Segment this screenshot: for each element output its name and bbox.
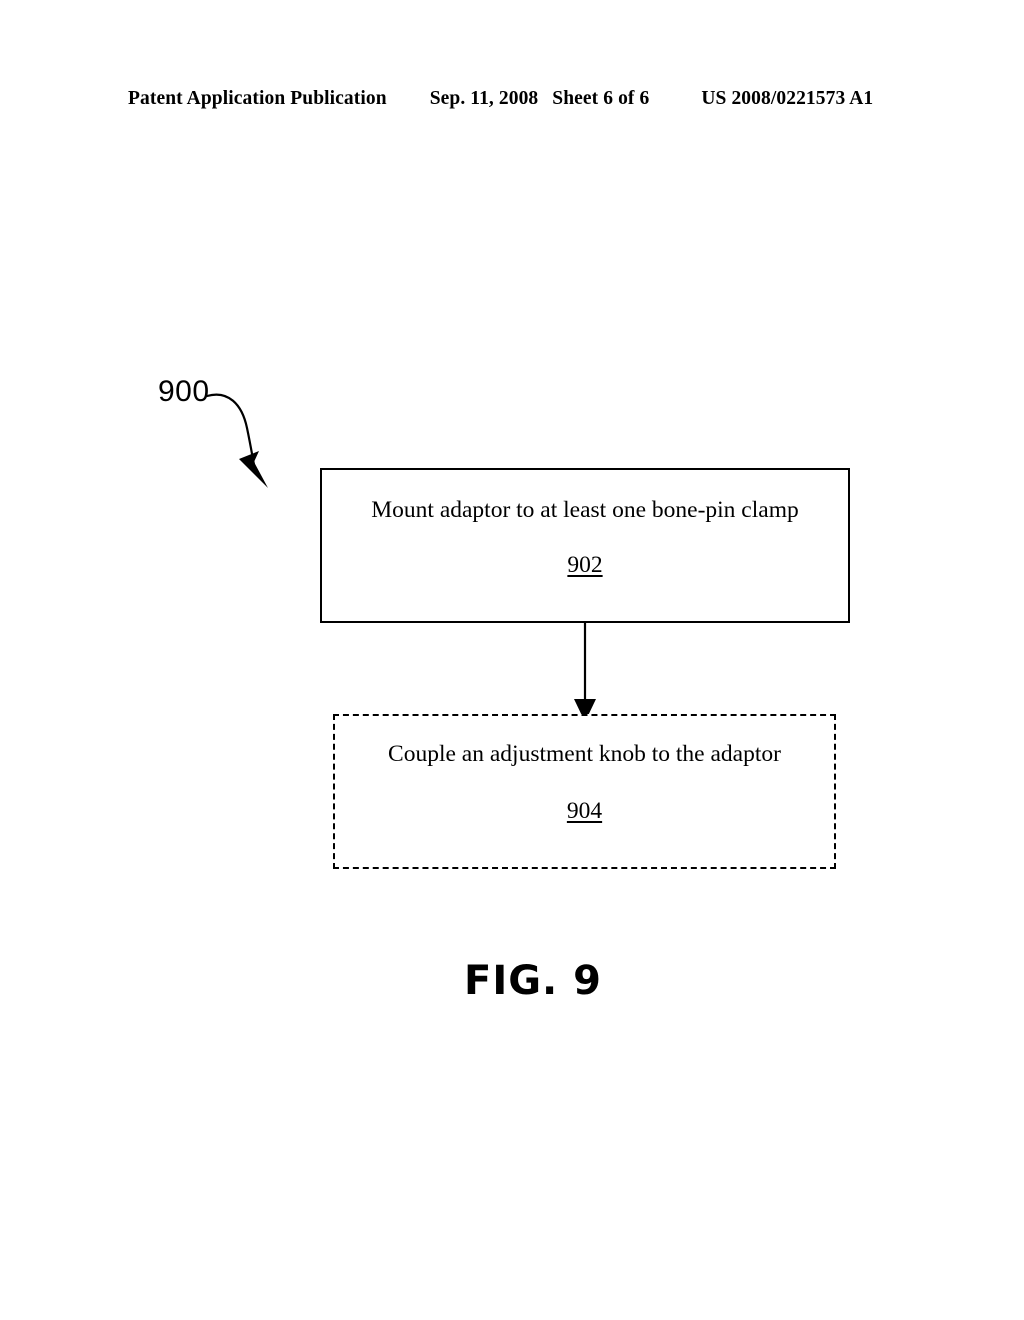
figure-caption: FIG. 9: [0, 958, 1024, 1004]
flow-step-904: Couple an adjustment knob to the adaptor…: [333, 714, 836, 869]
flow-step-904-text: Couple an adjustment knob to the adaptor: [388, 741, 781, 767]
patent-figure-page: Patent Application Publication Sep. 11, …: [0, 0, 1024, 1320]
reference-leader-arrow-icon: [205, 393, 268, 488]
header-publication-label: Patent Application Publication: [128, 88, 387, 109]
figure-caption-text: FIG. 9: [464, 958, 602, 1004]
flow-step-902-text: Mount adaptor to at least one bone-pin c…: [371, 497, 799, 523]
figure-reference-label: 900: [158, 375, 210, 408]
flow-step-902-number: 902: [567, 552, 603, 579]
header-date-label: Sep. 11, 2008: [429, 88, 539, 109]
page-header: Patent Application Publication Sep. 11, …: [128, 88, 896, 114]
flow-step-902: Mount adaptor to at least one bone-pin c…: [320, 468, 850, 623]
header-sheet-label: Sheet 6 of 6: [552, 88, 650, 109]
flow-connector-arrow-icon: [574, 623, 596, 722]
header-patent-number-label: US 2008/0221573 A1: [701, 88, 874, 109]
flow-step-904-number: 904: [566, 798, 603, 825]
figure-arrows-layer: [205, 393, 596, 722]
